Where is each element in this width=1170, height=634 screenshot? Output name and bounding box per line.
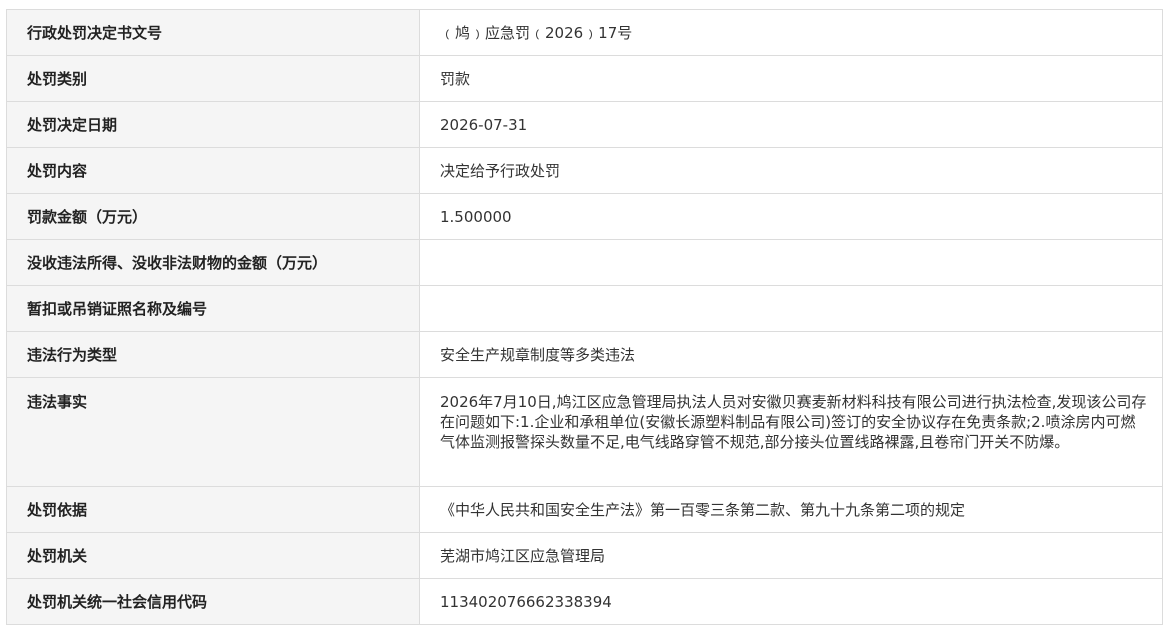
fine-amount-value: 1.500000 [419, 193, 1163, 240]
penalty-authority-label: 处罚机关 [6, 532, 420, 579]
confiscation-amount-value [419, 239, 1163, 286]
penalty-content-value: 决定给予行政处罚 [419, 147, 1163, 194]
legal-basis-value: 《中华人民共和国安全生产法》第一百零三条第二款、第九十九条第二项的规定 [419, 486, 1163, 533]
decision-number-value: ﹙鸠﹚应急罚﹙2026﹚17号 [419, 9, 1163, 56]
row-fine-amount: 罚款金额（万元） 1.500000 [6, 193, 1163, 240]
decision-date-label: 处罚决定日期 [6, 101, 420, 148]
penalty-record-table: 行政处罚决定书文号 ﹙鸠﹚应急罚﹙2026﹚17号 处罚类别 罚款 处罚决定日期… [6, 9, 1163, 625]
license-suspension-value [419, 285, 1163, 332]
decision-number-label: 行政处罚决定书文号 [6, 9, 420, 56]
violation-type-label: 违法行为类型 [6, 331, 420, 378]
credit-code-value: 11340207666233839​4 [419, 578, 1163, 625]
violation-facts-value: 2026年7月10日,鸠江区应急管理局执法人员对安徽贝赛麦新材料科技有限公司进行… [419, 377, 1163, 487]
violation-facts-label: 违法事实 [6, 377, 420, 487]
penalty-content-label: 处罚内容 [6, 147, 420, 194]
row-decision-number: 行政处罚决定书文号 ﹙鸠﹚应急罚﹙2026﹚17号 [6, 9, 1163, 56]
row-credit-code: 处罚机关统一社会信用代码 11340207666233839​4 [6, 578, 1163, 625]
row-legal-basis: 处罚依据 《中华人民共和国安全生产法》第一百零三条第二款、第九十九条第二项的规定 [6, 486, 1163, 533]
row-penalty-type: 处罚类别 罚款 [6, 55, 1163, 102]
credit-code-label: 处罚机关统一社会信用代码 [6, 578, 420, 625]
penalty-type-label: 处罚类别 [6, 55, 420, 102]
row-confiscation-amount: 没收违法所得、没收非法财物的金额（万元） [6, 239, 1163, 286]
decision-date-value: 2026-07-31 [419, 101, 1163, 148]
row-violation-facts: 违法事实 2026年7月10日,鸠江区应急管理局执法人员对安徽贝赛麦新材料科技有… [6, 377, 1163, 487]
row-violation-type: 违法行为类型 安全生产规章制度等多类违法 [6, 331, 1163, 378]
row-penalty-authority: 处罚机关 芜湖市鸠江区应急管理局 [6, 532, 1163, 579]
confiscation-amount-label: 没收违法所得、没收非法财物的金额（万元） [6, 239, 420, 286]
license-suspension-label: 暂扣或吊销证照名称及编号 [6, 285, 420, 332]
row-penalty-content: 处罚内容 决定给予行政处罚 [6, 147, 1163, 194]
legal-basis-label: 处罚依据 [6, 486, 420, 533]
fine-amount-label: 罚款金额（万元） [6, 193, 420, 240]
row-license-suspension: 暂扣或吊销证照名称及编号 [6, 285, 1163, 332]
row-decision-date: 处罚决定日期 2026-07-31 [6, 101, 1163, 148]
penalty-type-value: 罚款 [419, 55, 1163, 102]
penalty-authority-value: 芜湖市鸠江区应急管理局 [419, 532, 1163, 579]
violation-type-value: 安全生产规章制度等多类违法 [419, 331, 1163, 378]
